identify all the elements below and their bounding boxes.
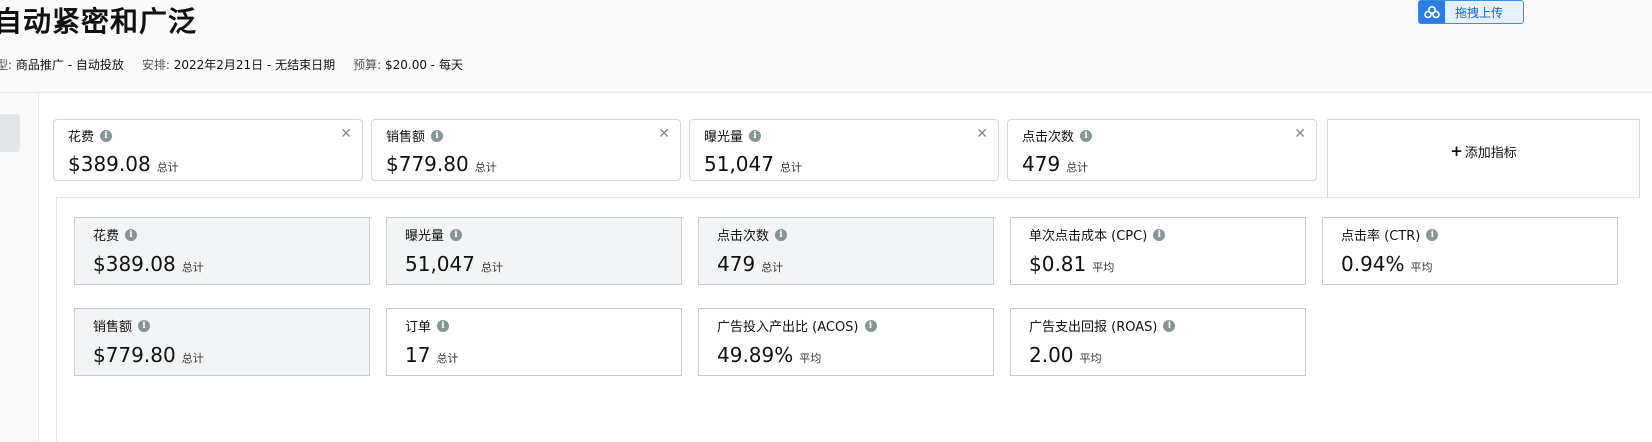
card-label: 单次点击成本 (CPC) bbox=[1029, 229, 1148, 244]
meta-type: 型: 商品推广 - 自动投放 bbox=[0, 58, 124, 72]
info-icon[interactable]: i bbox=[138, 319, 151, 332]
info-icon[interactable]: i bbox=[437, 319, 450, 332]
upload-button[interactable]: 拖拽上传 bbox=[1418, 0, 1524, 24]
campaign-meta: 型: 商品推广 - 自动投放 安排: 2022年2月21日 - 无结束日期 预算… bbox=[0, 56, 463, 73]
card-label: 点击次数 bbox=[717, 229, 770, 244]
chip-value: $779.80 bbox=[386, 152, 469, 176]
metric-card[interactable]: 广告支出回报 (ROAS) i 2.00 平均 bbox=[1010, 308, 1306, 376]
metric-card[interactable]: 订单 i 17 总计 bbox=[386, 308, 682, 376]
info-icon[interactable]: i bbox=[749, 129, 762, 142]
card-value: 49.89% bbox=[717, 343, 794, 367]
card-value: 51,047 bbox=[405, 252, 475, 276]
metric-card[interactable]: 点击次数 i 479 总计 bbox=[698, 217, 994, 285]
selected-metric-chip[interactable]: 销售额 i $779.80 总计 ✕ bbox=[371, 119, 681, 181]
info-icon[interactable]: i bbox=[1163, 319, 1176, 332]
chip-label: 销售额 bbox=[386, 130, 426, 145]
metric-card[interactable]: 花费 i $389.08 总计 bbox=[74, 217, 370, 285]
close-icon[interactable]: ✕ bbox=[976, 126, 988, 142]
metric-card[interactable]: 销售额 i $779.80 总计 bbox=[74, 308, 370, 376]
add-metric-button[interactable]: + 添加指标 bbox=[1327, 119, 1640, 199]
info-icon[interactable]: i bbox=[1080, 129, 1093, 142]
metric-card[interactable]: 曝光量 i 51,047 总计 bbox=[386, 217, 682, 285]
chip-label: 花费 bbox=[68, 130, 95, 145]
info-icon[interactable]: i bbox=[450, 228, 463, 241]
info-icon[interactable]: i bbox=[1153, 228, 1166, 241]
card-label: 曝光量 bbox=[405, 229, 445, 244]
info-icon[interactable]: i bbox=[100, 129, 113, 142]
chip-unit: 总计 bbox=[474, 161, 497, 174]
metric-card[interactable]: 广告投入产出比 (ACOS) i 49.89% 平均 bbox=[698, 308, 994, 376]
card-value: 17 bbox=[405, 343, 431, 367]
metric-card[interactable]: 单次点击成本 (CPC) i $0.81 平均 bbox=[1010, 217, 1306, 285]
chip-value: 51,047 bbox=[704, 152, 774, 176]
close-icon[interactable]: ✕ bbox=[658, 126, 670, 142]
upload-button-label: 拖拽上传 bbox=[1455, 5, 1504, 20]
selected-metric-chip[interactable]: 点击次数 i 479 总计 ✕ bbox=[1007, 119, 1317, 181]
card-label: 订单 bbox=[405, 320, 432, 335]
selected-metric-chip[interactable]: 曝光量 i 51,047 总计 ✕ bbox=[689, 119, 999, 181]
card-unit: 总计 bbox=[480, 261, 503, 274]
info-icon[interactable]: i bbox=[864, 319, 877, 332]
card-label: 广告支出回报 (ROAS) bbox=[1029, 320, 1158, 335]
selected-metric-chip[interactable]: 花费 i $389.08 总计 ✕ bbox=[53, 119, 363, 181]
plus-icon: + bbox=[1450, 142, 1463, 160]
card-label: 广告投入产出比 (ACOS) bbox=[717, 320, 859, 335]
card-value: 0.94% bbox=[1341, 252, 1405, 276]
card-value: $779.80 bbox=[93, 343, 176, 367]
chip-value: $389.08 bbox=[68, 152, 151, 176]
info-icon[interactable]: i bbox=[775, 228, 788, 241]
card-unit: 平均 bbox=[1092, 261, 1115, 274]
meta-budget: 预算: $20.00 - 每天 bbox=[353, 58, 463, 72]
cloud-upload-icon bbox=[1419, 1, 1445, 23]
close-icon[interactable]: ✕ bbox=[1294, 126, 1306, 142]
campaign-title: 自动紧密和广泛 bbox=[0, 5, 198, 38]
side-nav-handle[interactable] bbox=[0, 114, 20, 152]
add-metric-label: 添加指标 bbox=[1464, 146, 1517, 161]
info-icon[interactable]: i bbox=[431, 129, 444, 142]
close-icon[interactable]: ✕ bbox=[340, 126, 352, 142]
card-unit: 总计 bbox=[761, 261, 784, 274]
chip-value: 479 bbox=[1022, 152, 1061, 176]
card-value: $389.08 bbox=[93, 252, 176, 276]
card-value: $0.81 bbox=[1029, 252, 1087, 276]
info-icon[interactable]: i bbox=[125, 228, 138, 241]
chip-unit: 总计 bbox=[779, 161, 802, 174]
metric-card[interactable]: 点击率 (CTR) i 0.94% 平均 bbox=[1322, 217, 1618, 285]
info-icon[interactable]: i bbox=[1426, 228, 1439, 241]
chip-label: 曝光量 bbox=[704, 130, 744, 145]
card-value: 2.00 bbox=[1029, 343, 1074, 367]
chip-unit: 总计 bbox=[1066, 161, 1089, 174]
card-unit: 总计 bbox=[181, 352, 204, 365]
card-unit: 总计 bbox=[436, 352, 459, 365]
card-label: 点击率 (CTR) bbox=[1341, 229, 1421, 244]
card-unit: 平均 bbox=[1410, 261, 1433, 274]
card-unit: 总计 bbox=[181, 261, 204, 274]
card-label: 销售额 bbox=[93, 320, 133, 335]
card-unit: 平均 bbox=[1079, 352, 1102, 365]
card-label: 花费 bbox=[93, 229, 120, 244]
card-value: 479 bbox=[717, 252, 756, 276]
card-unit: 平均 bbox=[799, 352, 822, 365]
chip-label: 点击次数 bbox=[1022, 130, 1075, 145]
chip-unit: 总计 bbox=[156, 161, 179, 174]
meta-schedule: 安排: 2022年2月21日 - 无结束日期 bbox=[141, 58, 336, 72]
